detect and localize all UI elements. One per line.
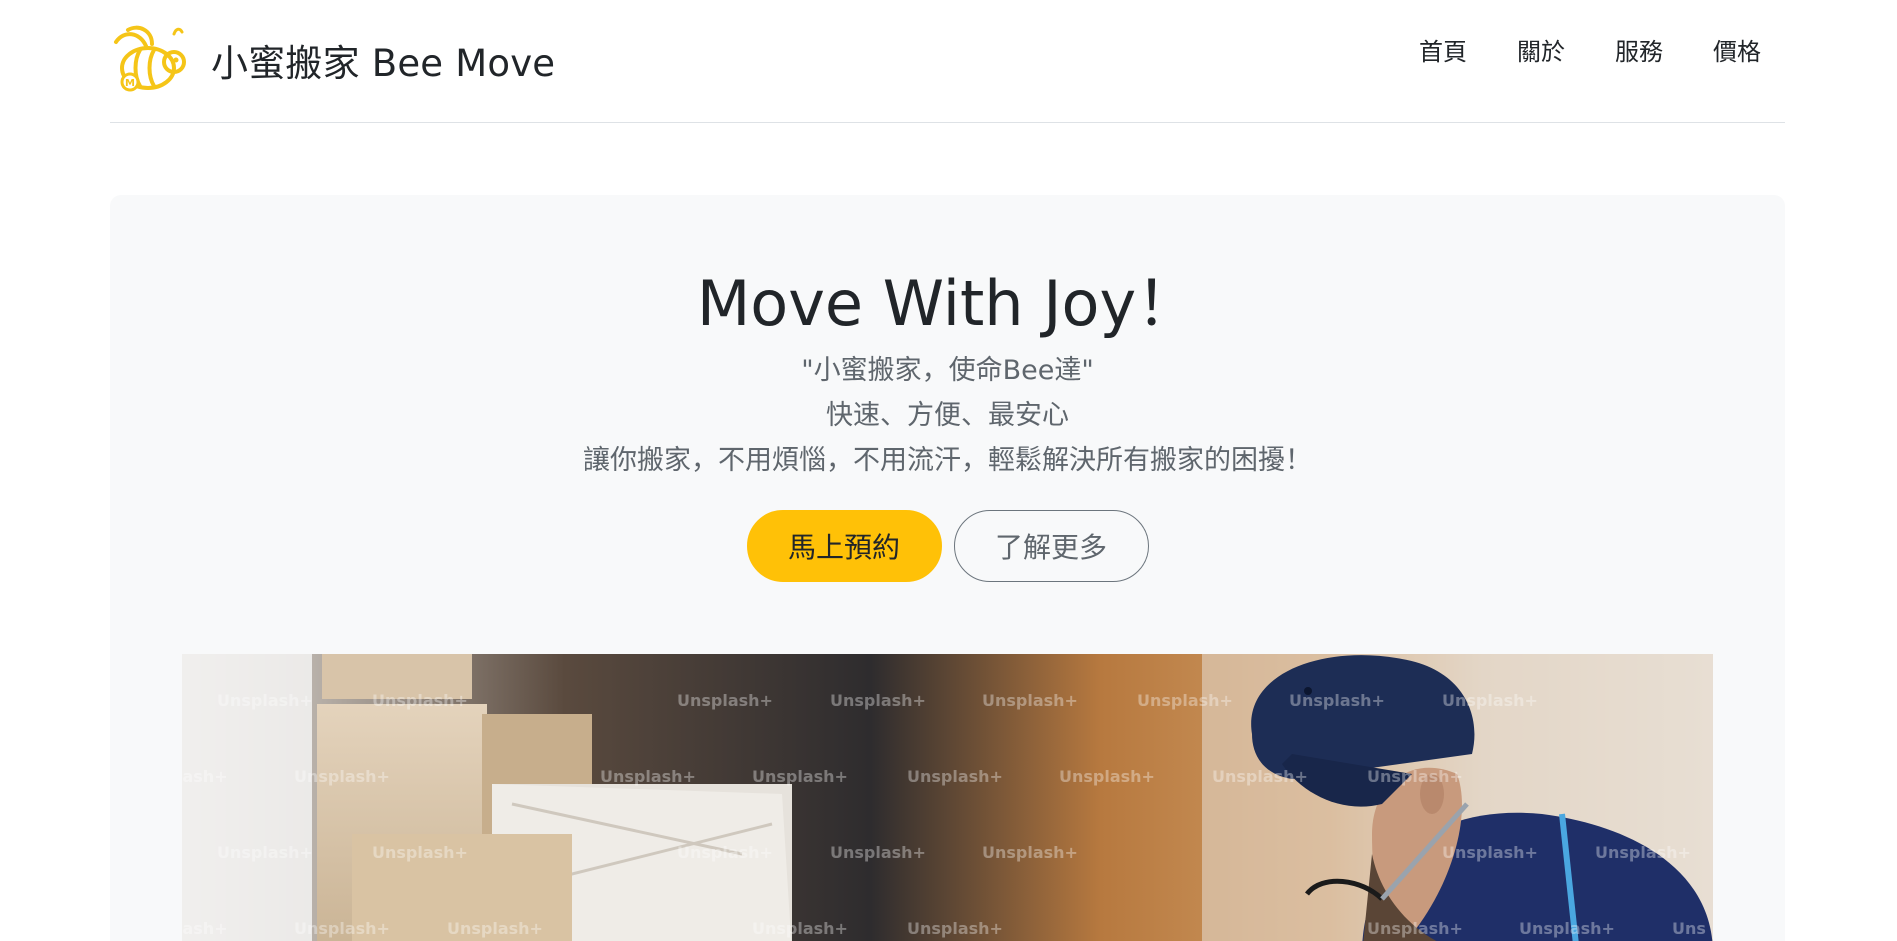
svg-text:Unsplash+: Unsplash+ — [1289, 691, 1385, 710]
mover-photo: Unsplash+ Unsplash+ Unsplash+ Unsplash+ … — [182, 654, 1713, 941]
book-now-button[interactable]: 馬上預約 — [746, 510, 942, 582]
nav-item-services[interactable]: 服務 — [1615, 34, 1663, 70]
brand-link[interactable]: M 小蜜搬家 Bee Move — [110, 24, 555, 96]
svg-text:Unsplash+: Unsplash+ — [907, 767, 1003, 786]
svg-text:Unsplash+: Unsplash+ — [677, 691, 773, 710]
site-header: M 小蜜搬家 Bee Move 首頁 關於 服務 價格 — [110, 0, 1785, 123]
svg-text:Unsplash+: Unsplash+ — [752, 767, 848, 786]
svg-text:Unsplash+: Unsplash+ — [1442, 843, 1538, 862]
svg-text:Unsplash+: Unsplash+ — [1595, 843, 1691, 862]
svg-text:Unsplash+: Unsplash+ — [217, 691, 313, 710]
svg-text:Unsplash+: Unsplash+ — [907, 919, 1003, 938]
svg-text:Uns: Uns — [1672, 919, 1706, 938]
svg-text:Unsplash+: Unsplash+ — [1212, 767, 1308, 786]
svg-text:Unsplash+: Unsplash+ — [217, 843, 313, 862]
svg-text:lash+: lash+ — [182, 919, 228, 938]
svg-text:lash+: lash+ — [182, 767, 228, 786]
bee-logo-icon: M — [114, 25, 186, 92]
svg-text:M: M — [125, 78, 135, 89]
svg-text:Unsplash+: Unsplash+ — [294, 767, 390, 786]
brand-name: 小蜜搬家 Bee Move — [211, 42, 556, 85]
svg-text:Unsplash+: Unsplash+ — [982, 843, 1078, 862]
main-nav: 首頁 關於 服務 價格 — [1369, 34, 1761, 70]
svg-text:Unsplash+: Unsplash+ — [1137, 691, 1233, 710]
svg-text:Unsplash+: Unsplash+ — [294, 919, 390, 938]
svg-text:Unsplash+: Unsplash+ — [447, 919, 543, 938]
learn-more-button[interactable]: 了解更多 — [953, 510, 1149, 582]
svg-text:Unsplash+: Unsplash+ — [1367, 919, 1463, 938]
nav-item-about[interactable]: 關於 — [1517, 34, 1565, 70]
svg-text:Unsplash+: Unsplash+ — [1442, 691, 1538, 710]
svg-text:Unsplash+: Unsplash+ — [830, 843, 926, 862]
hero-tagline: 快速、方便、最安心 — [826, 400, 1069, 431]
hero-image: Unsplash+ Unsplash+ Unsplash+ Unsplash+ … — [182, 654, 1713, 941]
svg-text:Unsplash+: Unsplash+ — [830, 691, 926, 710]
svg-text:Unsplash+: Unsplash+ — [1059, 767, 1155, 786]
svg-text:Unsplash+: Unsplash+ — [982, 691, 1078, 710]
hero-section: Move With Joy！ "小蜜搬家，使命Bee達" 快速、方便、最安心 讓… — [110, 195, 1785, 941]
hero-slogan: "小蜜搬家，使命Bee達" — [801, 355, 1094, 386]
svg-text:Unsplash+: Unsplash+ — [372, 843, 468, 862]
svg-text:Unsplash+: Unsplash+ — [600, 767, 696, 786]
hero-buttons: 馬上預約 了解更多 — [110, 510, 1785, 582]
svg-text:Unsplash+: Unsplash+ — [677, 843, 773, 862]
hero-description: 讓你搬家，不用煩惱，不用流汗，輕鬆解決所有搬家的困擾！ — [583, 445, 1312, 476]
hero-title: Move With Joy！ — [696, 267, 1199, 340]
svg-text:Unsplash+: Unsplash+ — [1519, 919, 1615, 938]
nav-item-home[interactable]: 首頁 — [1419, 34, 1467, 70]
svg-text:Unsplash+: Unsplash+ — [1367, 767, 1463, 786]
svg-text:Unsplash+: Unsplash+ — [752, 919, 848, 938]
svg-text:Unsplash+: Unsplash+ — [372, 691, 468, 710]
nav-item-pricing[interactable]: 價格 — [1713, 34, 1761, 70]
